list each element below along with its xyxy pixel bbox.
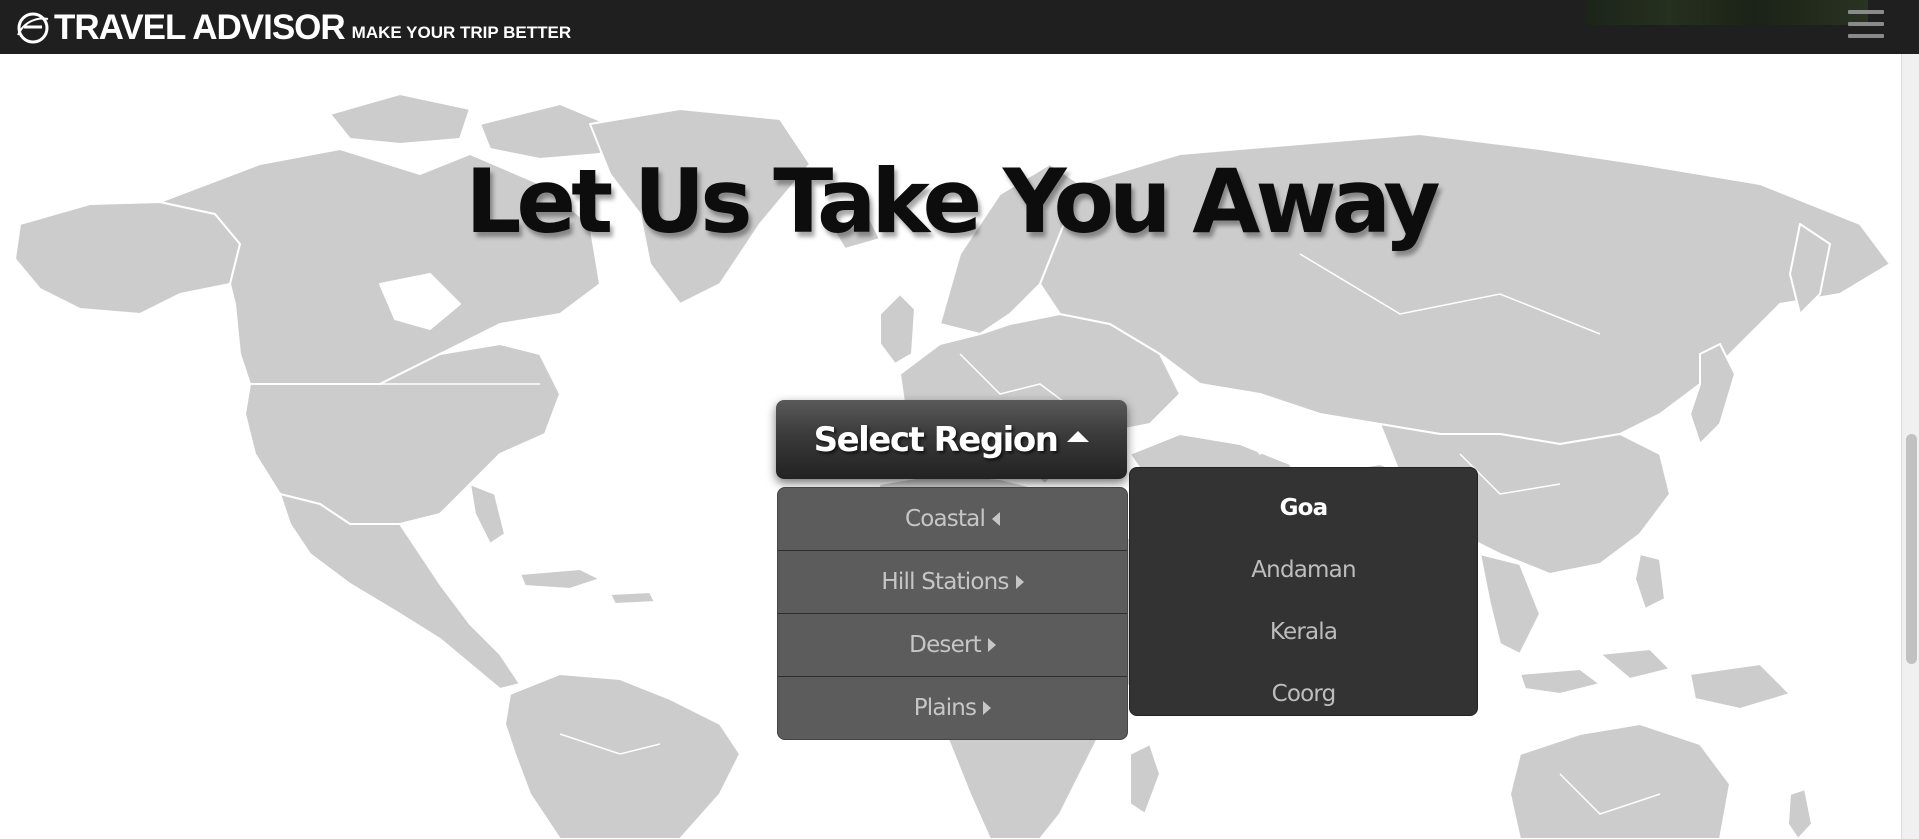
globe-e-logo-icon xyxy=(17,12,49,44)
region-item-hill-stations[interactable]: Hill Stations xyxy=(778,551,1127,614)
brand-tagline: MAKE YOUR TRIP BETTER xyxy=(351,22,572,42)
region-item-label: Plains xyxy=(913,695,977,721)
caret-left-icon xyxy=(992,512,1001,526)
region-item-label: Desert xyxy=(909,632,981,658)
caret-right-icon xyxy=(987,638,996,652)
hamburger-menu-icon[interactable] xyxy=(1848,8,1884,42)
header-banner-image xyxy=(1585,0,1868,25)
region-item-coastal[interactable]: Coastal xyxy=(778,488,1127,551)
region-dropdown-menu: Coastal Hill Stations Desert Plains xyxy=(777,487,1128,740)
brand-logo-link[interactable]: TRAVEL ADVISOR MAKE YOUR TRIP BETTER xyxy=(14,4,571,50)
hero-headline: Let Us Take You Away xyxy=(465,150,1440,253)
top-navbar: TRAVEL ADVISOR MAKE YOUR TRIP BETTER xyxy=(0,0,1919,54)
page: TRAVEL ADVISOR MAKE YOUR TRIP BETTER Let… xyxy=(0,0,1919,839)
submenu-item-coorg[interactable]: Coorg xyxy=(1130,663,1477,725)
brand-name: TRAVEL ADVISOR xyxy=(54,7,346,47)
region-item-label: Hill Stations xyxy=(881,569,1009,595)
submenu-item-andaman[interactable]: Andaman xyxy=(1130,539,1477,601)
region-item-desert[interactable]: Desert xyxy=(778,614,1127,677)
caret-up-icon xyxy=(1067,431,1090,442)
select-region-label: Select Region xyxy=(813,419,1059,460)
select-region-button[interactable]: Select Region xyxy=(776,400,1127,479)
page-scrollbar[interactable] xyxy=(1901,54,1919,839)
submenu-item-goa[interactable]: Goa xyxy=(1130,477,1477,539)
caret-right-icon xyxy=(1015,575,1024,589)
submenu-item-kerala[interactable]: Kerala xyxy=(1130,601,1477,663)
region-item-plains[interactable]: Plains xyxy=(778,677,1127,739)
region-item-label: Coastal xyxy=(904,506,986,532)
coastal-submenu: Goa Andaman Kerala Coorg xyxy=(1129,467,1478,716)
caret-right-icon xyxy=(983,701,992,715)
scrollbar-thumb[interactable] xyxy=(1906,434,1917,664)
